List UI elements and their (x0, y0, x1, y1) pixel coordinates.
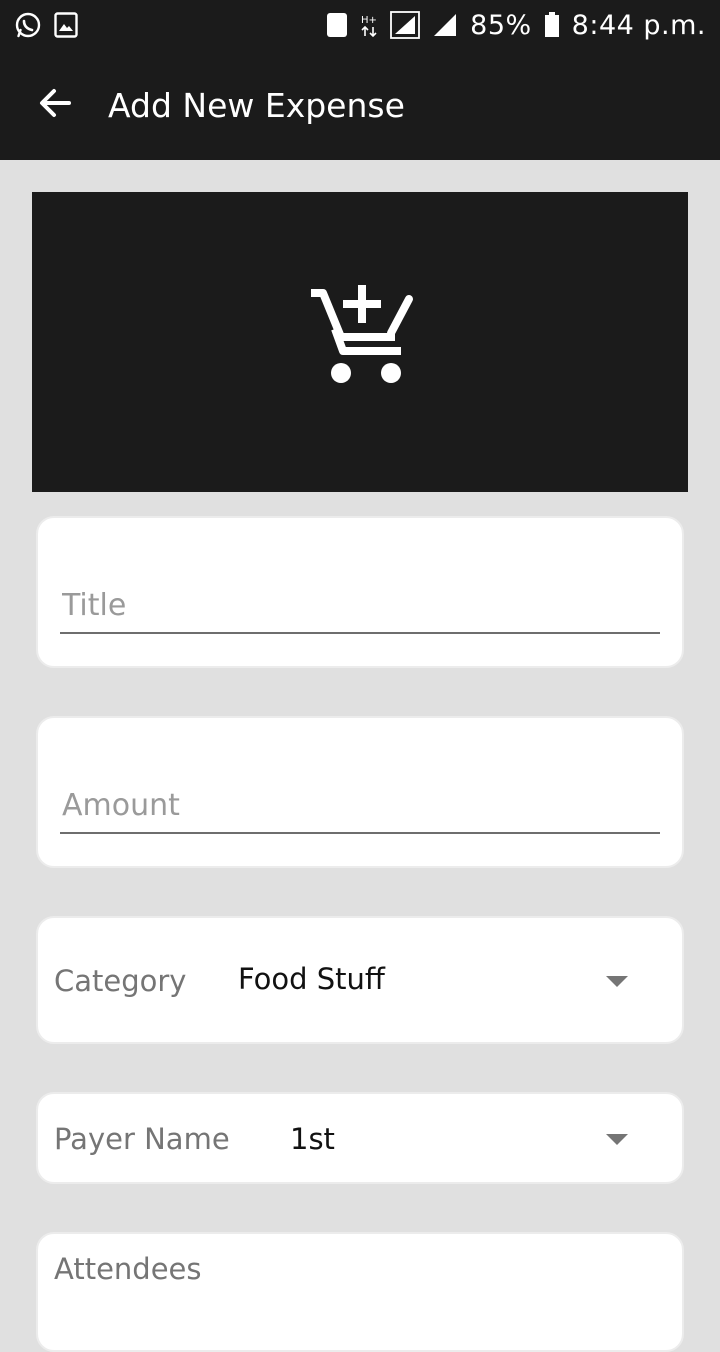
back-button[interactable] (0, 50, 110, 160)
status-bar: H+ 85% 8:44 p.m. (0, 0, 720, 50)
payer-label: Payer Name (54, 1122, 230, 1156)
battery-percent: 85% (470, 9, 532, 41)
category-dropdown-value[interactable]: Food Stuff (238, 962, 385, 996)
category-card: Category Food Stuff (36, 916, 684, 1044)
gallery-icon (54, 12, 78, 38)
expense-image-picker[interactable] (32, 192, 688, 492)
add-shopping-cart-icon (305, 285, 415, 399)
attendees-card[interactable]: Attendees (36, 1232, 684, 1352)
attendees-label: Attendees (54, 1252, 202, 1286)
battery-icon (544, 12, 560, 38)
chevron-down-icon[interactable] (606, 976, 628, 987)
status-bar-left (14, 11, 78, 39)
chevron-down-icon[interactable] (606, 1134, 628, 1145)
category-label: Category (54, 964, 187, 998)
title-input[interactable] (60, 578, 660, 634)
arrow-back-icon (37, 85, 73, 125)
app-toolbar: Add New Expense (0, 50, 720, 160)
payer-card: Payer Name 1st (36, 1092, 684, 1184)
signal-sim1-icon (390, 11, 421, 39)
amount-card (36, 716, 684, 868)
page-title: Add New Expense (108, 85, 405, 125)
payer-dropdown-value[interactable]: 1st (290, 1122, 335, 1156)
title-card (36, 516, 684, 668)
svg-text:H+: H+ (361, 15, 377, 26)
whatsapp-icon (14, 11, 42, 39)
signal-sim2-icon (432, 12, 458, 38)
sim-badge (326, 12, 348, 38)
status-bar-right: H+ 85% 8:44 p.m. (326, 10, 706, 41)
network-type-icon: H+ (360, 12, 378, 38)
amount-input[interactable] (60, 778, 660, 834)
clock: 8:44 p.m. (571, 9, 706, 41)
